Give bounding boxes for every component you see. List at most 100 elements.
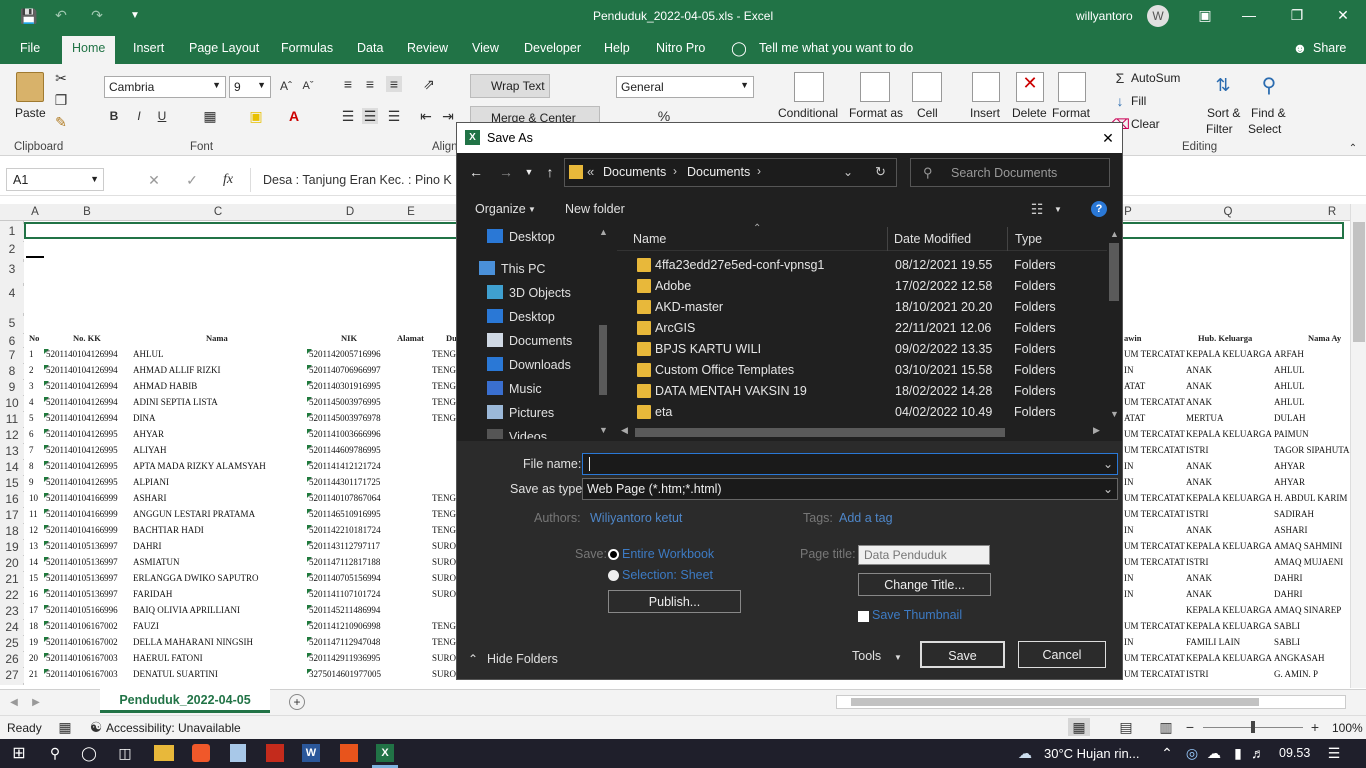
error-indicator-icon[interactable] [307, 365, 312, 370]
organize-button[interactable]: Organize [475, 202, 526, 216]
undo-icon[interactable]: ↶ [52, 6, 70, 24]
fill-icon[interactable]: ↓ [1112, 93, 1128, 109]
table-cell-kk[interactable]: 5201140104126995 [46, 429, 118, 439]
table-cell-kawin[interactable]: UM TERCATAT [1124, 621, 1185, 631]
close-icon[interactable]: ✕ [1334, 6, 1352, 24]
table-cell-nik[interactable]: 3275014601977005 [309, 669, 381, 679]
table-cell-kawin[interactable]: UM TERCATAT [1124, 349, 1185, 359]
table-cell-nama[interactable]: FAUZI [133, 621, 159, 631]
selection-sheet-label[interactable]: Selection: Sheet [622, 568, 713, 582]
table-cell-kk[interactable]: 5201140104166999 [46, 525, 118, 535]
error-indicator-icon[interactable] [307, 525, 312, 530]
excel-taskbar-icon[interactable]: X [376, 744, 394, 762]
table-cell-nama[interactable]: ASHARI [133, 493, 167, 503]
file-list[interactable]: 4ffa23edd27e5ed-conf-vpnsg1 08/12/2021 19… [457, 256, 1117, 424]
row-header[interactable]: 25 [0, 636, 24, 651]
table-cell-ayah[interactable]: SABLI [1274, 637, 1350, 647]
file-scroll-right-icon[interactable]: ▶ [1093, 425, 1100, 436]
error-indicator-icon[interactable] [307, 557, 312, 562]
tab-nitro-pro[interactable]: Nitro Pro [656, 41, 705, 55]
error-indicator-icon[interactable] [44, 637, 49, 642]
row-header[interactable]: 12 [0, 428, 24, 443]
address-dropdown-icon[interactable]: ⌄ [843, 165, 853, 179]
table-cell-kawin[interactable]: ATAT [1124, 381, 1145, 391]
table-cell-kawin[interactable]: UM TERCATAT [1124, 493, 1185, 503]
cut-icon[interactable]: ✂ [52, 70, 70, 86]
tab-developer[interactable]: Developer [524, 41, 581, 55]
row-header[interactable]: 11 [0, 412, 24, 427]
table-cell-hub[interactable]: ANAK [1186, 589, 1212, 599]
copy-icon[interactable]: ❐ [52, 92, 70, 108]
table-cell-no[interactable]: 5 [29, 413, 34, 423]
error-indicator-icon[interactable] [307, 605, 312, 610]
zoom-slider[interactable] [1203, 721, 1303, 733]
error-indicator-icon[interactable] [307, 653, 312, 658]
table-cell-nik[interactable]: 5201145003976978 [309, 413, 381, 423]
breadcrumb-documents-2[interactable]: Documents [687, 165, 750, 179]
row-header[interactable]: 9 [0, 380, 24, 395]
file-row[interactable]: DATA MENTAH VAKSIN 19 18/02/2022 14.28 Fol… [633, 382, 1113, 403]
collapse-ribbon-icon[interactable]: ⌃ [1346, 142, 1360, 154]
row-header[interactable]: 26 [0, 652, 24, 667]
table-cell-kawin[interactable]: IN [1124, 365, 1134, 375]
add-sheet-icon[interactable]: + [289, 694, 305, 710]
table-cell-no[interactable]: 15 [29, 573, 38, 583]
table-cell-kawin[interactable]: IN [1124, 477, 1134, 487]
page-break-view-icon[interactable]: ▥ [1156, 718, 1176, 736]
table-cell-nama[interactable]: AHMAD ALLIF RIZKI [133, 365, 221, 375]
table-cell-kk[interactable]: 5201140104126994 [46, 381, 118, 391]
align-top-icon[interactable]: ≡ [340, 76, 356, 92]
file-row[interactable]: Custom Office Templates 03/10/2021 15.58 F… [633, 361, 1113, 382]
file-scroll-up-icon[interactable]: ▲ [1110, 229, 1119, 239]
zoom-slider-thumb[interactable] [1251, 721, 1255, 733]
column-type[interactable]: Type [1015, 232, 1042, 246]
number-format-select[interactable]: General ▼ [616, 76, 754, 98]
table-cell-nama[interactable]: BAIQ OLIVIA APRILLIANI [133, 605, 240, 615]
tab-data[interactable]: Data [357, 41, 383, 55]
customize-toolbar-icon[interactable]: ▼ [128, 6, 142, 24]
table-cell-ayah[interactable]: AMAQ SAHMINI [1274, 541, 1350, 551]
new-folder-button[interactable]: New folder [565, 202, 625, 216]
table-cell-alamat[interactable]: SURO [432, 589, 456, 599]
publish-button[interactable]: Publish... [608, 590, 741, 613]
file-explorer-icon[interactable] [154, 745, 174, 761]
table-cell-kk[interactable]: 5201140105136997 [46, 557, 118, 567]
hide-folders-button[interactable]: Hide Folders [487, 652, 558, 666]
table-cell-kk[interactable]: 5201140106167003 [46, 653, 118, 663]
table-cell-ayah[interactable]: TAGOR SIPAHUTA [1274, 445, 1350, 455]
table-cell-nama[interactable]: ERLANGGA DWIKO SAPUTRO [133, 573, 259, 583]
column-name[interactable]: Name [633, 232, 666, 246]
save-as-type-select[interactable]: Web Page (*.htm;*.html) ⌄ [582, 478, 1118, 500]
table-cell-nama[interactable]: APTA MADA RIZKY ALAMSYAH [133, 461, 266, 471]
table-cell-hub[interactable]: MERTUA [1186, 413, 1223, 423]
font-name-select[interactable]: Cambria ▼ [104, 76, 226, 98]
error-indicator-icon[interactable] [44, 397, 49, 402]
tab-insert[interactable]: Insert [133, 41, 164, 55]
normal-view-icon[interactable]: ▦ [1068, 718, 1090, 736]
table-cell-kawin[interactable]: UM TERCATAT [1124, 509, 1185, 519]
table-cell-hub[interactable]: ANAK [1186, 573, 1212, 583]
table-cell-hub[interactable]: ANAK [1186, 477, 1212, 487]
tab-file[interactable]: File [20, 41, 40, 55]
increase-font-icon[interactable]: Aˆ [278, 78, 294, 94]
table-cell-nik[interactable]: 5201144609786995 [309, 445, 381, 455]
accessibility-icon[interactable]: ☯ [88, 719, 104, 735]
insert-function-icon[interactable]: fx [220, 172, 236, 188]
error-indicator-icon[interactable] [44, 477, 49, 482]
notepad-icon[interactable] [230, 744, 246, 762]
row-header[interactable]: 4 [0, 286, 24, 313]
row-header[interactable]: 16 [0, 492, 24, 507]
error-indicator-icon[interactable] [307, 573, 312, 578]
notification-icon[interactable]: ☰ [1325, 744, 1343, 762]
table-cell-no[interactable]: 21 [29, 669, 38, 679]
find-select-label[interactable]: Find & [1251, 106, 1286, 120]
error-indicator-icon[interactable] [307, 637, 312, 642]
table-cell-kawin[interactable]: UM TERCATAT [1124, 653, 1185, 663]
status-accessibility[interactable]: Accessibility: Unavailable [106, 721, 241, 735]
row-header[interactable]: 6 [0, 334, 24, 348]
table-cell-hub[interactable]: ANAK [1186, 461, 1212, 471]
row-header[interactable]: 2 [0, 242, 24, 259]
row-header[interactable]: 3 [0, 262, 24, 283]
forward-icon[interactable]: → [497, 163, 515, 181]
table-cell-hub[interactable]: KEPALA KELUARGA [1186, 653, 1272, 663]
